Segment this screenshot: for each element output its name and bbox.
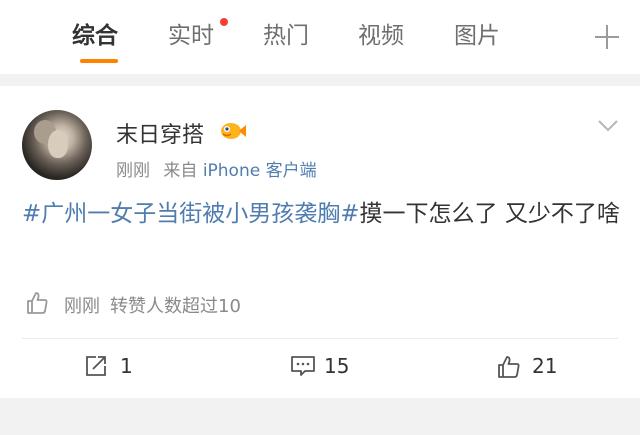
comment-icon: [291, 356, 315, 376]
tab-hot[interactable]: 热门: [263, 20, 309, 52]
divider: [22, 338, 618, 339]
thumbs-up-icon: [498, 356, 520, 378]
repost-count: 1: [120, 354, 133, 378]
post-body: 摸一下怎么了 又少不了啥: [359, 201, 620, 227]
tab-video[interactable]: 视频: [358, 20, 404, 52]
notification-dot: [220, 18, 228, 26]
chevron-down-icon[interactable]: [598, 120, 618, 132]
tab-images[interactable]: 图片: [454, 20, 500, 52]
likes-text: 转赞人数超过10: [110, 296, 241, 317]
post-text: #广州一女子当街被小男孩袭胸#摸一下怎么了 又少不了啥: [22, 196, 622, 232]
comment-count: 15: [324, 354, 350, 378]
like-count: 21: [532, 354, 558, 378]
post-meta: 刚刚 来自 iPhone 客户端: [116, 156, 317, 181]
avatar[interactable]: [22, 110, 92, 180]
active-tab-indicator: [80, 59, 118, 63]
repost-icon: [86, 356, 106, 376]
post-source[interactable]: iPhone 客户端: [203, 161, 317, 181]
tab-realtime[interactable]: 实时: [168, 20, 214, 52]
username[interactable]: 末日穿搭: [116, 117, 204, 149]
thumbs-up-icon: [27, 292, 48, 314]
add-tab-plus-icon[interactable]: [594, 24, 620, 50]
tab-bar: 综合 实时 热门 视频 图片: [0, 0, 640, 74]
tab-comprehensive[interactable]: 综合: [72, 20, 118, 52]
likes-time: 刚刚: [64, 296, 100, 317]
post-card: 末日穿搭 刚刚 来自 iPhone 客户端 #广州一女子当街被小男孩袭胸#摸一下…: [0, 86, 640, 398]
topic-link[interactable]: #广州一女子当街被小男孩袭胸#: [22, 201, 360, 227]
post-time: 刚刚: [116, 161, 150, 181]
source-prefix: 来自: [163, 161, 198, 181]
fish-badge-icon: [221, 123, 246, 139]
